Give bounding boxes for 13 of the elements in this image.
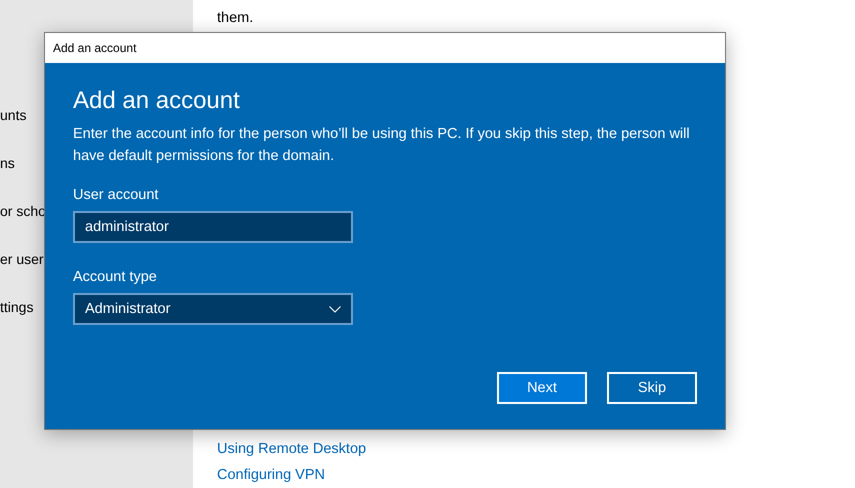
help-link[interactable]: Using Remote Desktop bbox=[217, 436, 855, 462]
field-label: User account bbox=[73, 186, 160, 205]
user-account-field[interactable]: administrator bbox=[73, 211, 353, 243]
dialog-description: Enter the account info for the person who’ll be using this PC. If you skip this step, the person will have default permissions for the domain. bbox=[73, 125, 691, 166]
dialog-heading: Add an account bbox=[73, 86, 241, 116]
window-title: Add an account bbox=[53, 41, 136, 55]
skip-button[interactable]: Skip bbox=[607, 372, 697, 404]
field-label: Account type bbox=[73, 268, 158, 287]
chevron-down-icon bbox=[329, 306, 341, 312]
next-button[interactable]: Next bbox=[497, 372, 587, 404]
account-type-dropdown[interactable]: Administrator bbox=[73, 293, 353, 325]
intro-text: them. bbox=[217, 9, 254, 28]
help-link[interactable]: Configuring VPN bbox=[217, 462, 855, 488]
